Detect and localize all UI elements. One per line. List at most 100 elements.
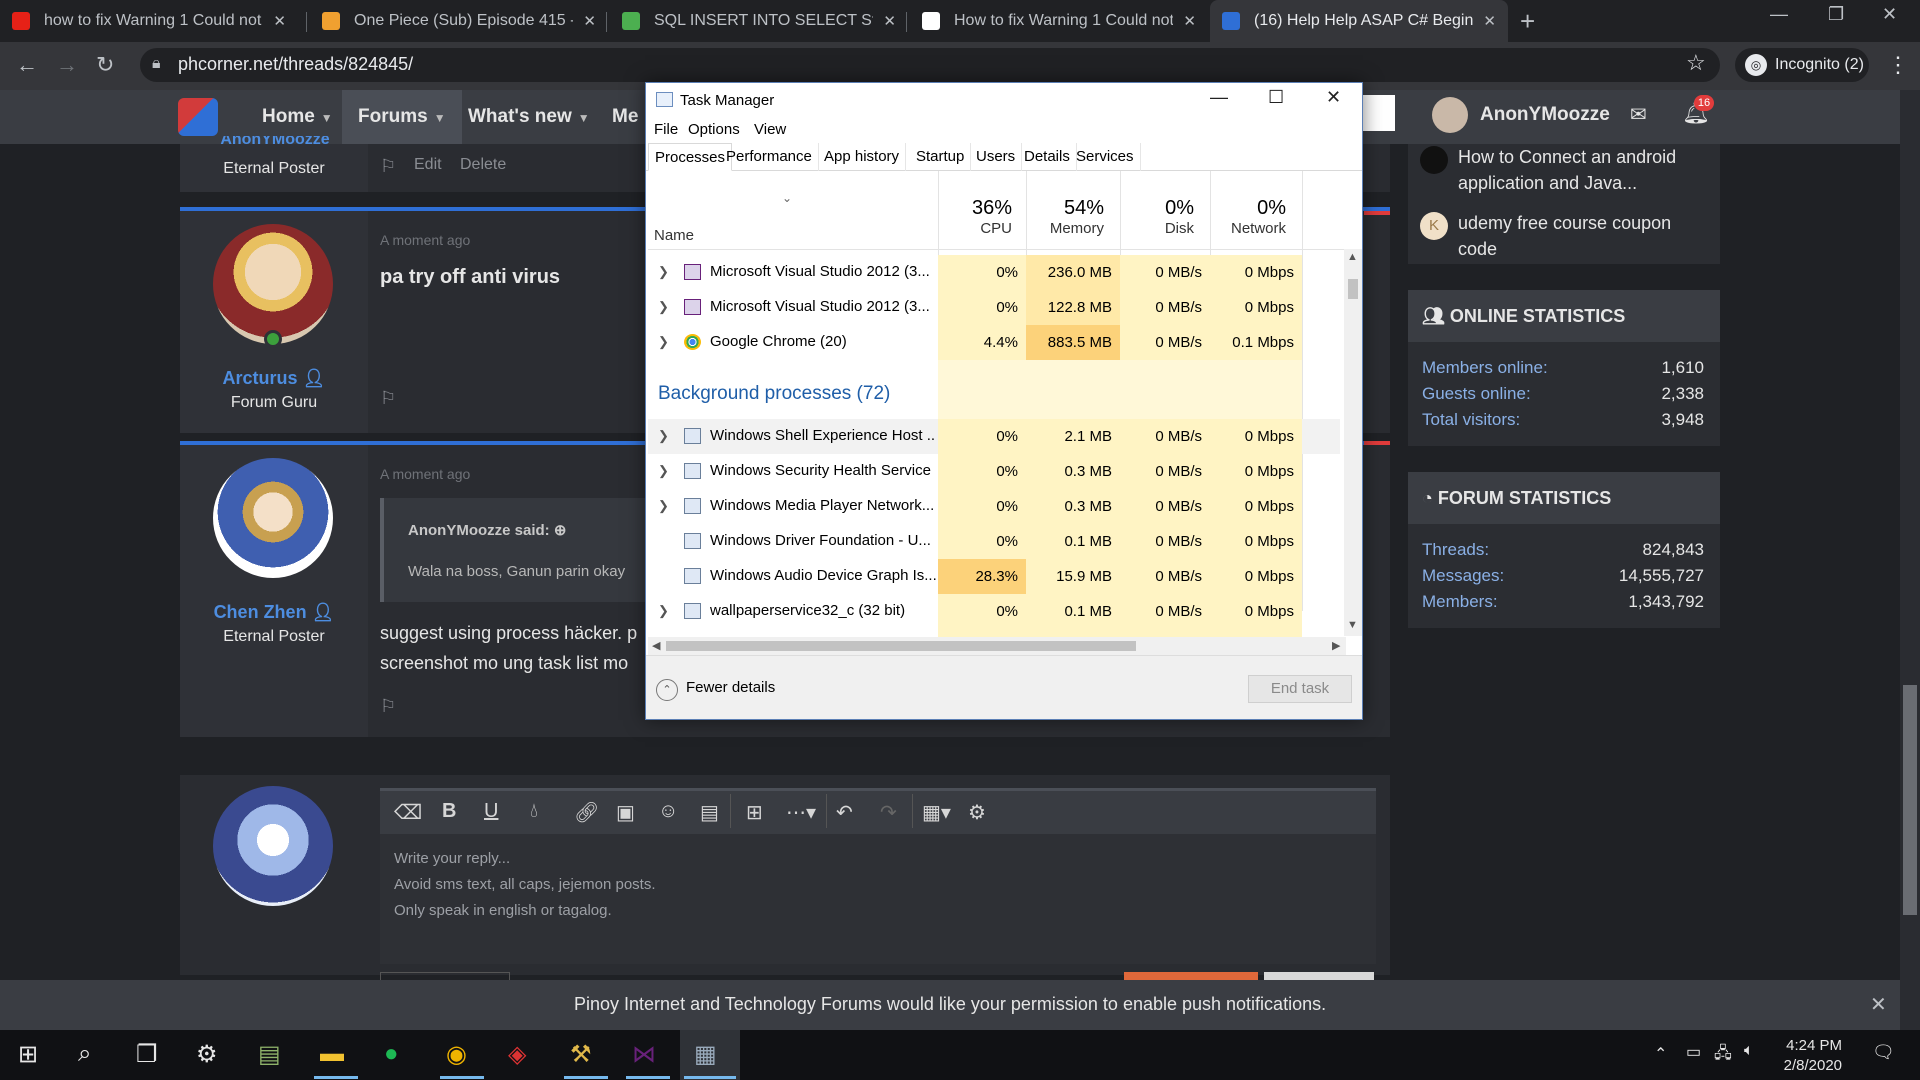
browser-tab[interactable]: (16) Help Help ASAP C# Beginne ✕: [1210, 0, 1508, 42]
column-memory[interactable]: 54% Memory: [1018, 197, 1104, 237]
chevron-right-icon[interactable]: ❯: [658, 463, 669, 479]
tab-services[interactable]: Services: [1070, 143, 1141, 171]
post-time[interactable]: A moment ago: [380, 466, 470, 482]
attach-files-button[interactable]: [380, 972, 510, 980]
file-explorer-icon[interactable]: ▬: [320, 1040, 344, 1068]
steam-icon[interactable]: ⚙: [196, 1040, 218, 1069]
task-manager-taskbar-icon[interactable]: ▦: [694, 1040, 717, 1069]
phcorner-logo[interactable]: [178, 98, 218, 136]
column-cpu[interactable]: 36% CPU: [936, 197, 1012, 237]
scroll-left-arrow-icon[interactable]: ◀: [652, 639, 660, 652]
close-tab-icon[interactable]: ✕: [273, 12, 286, 30]
process-row[interactable]: ❯ Windows Media Player Network... 0% 0.3 MB…: [648, 489, 1340, 524]
tab-details[interactable]: Details: [1018, 143, 1077, 171]
lock-icon[interactable]: 🔒︎: [152, 55, 161, 73]
preview-button[interactable]: [1264, 972, 1374, 980]
taskbar-clock[interactable]: 4:24 PM 2/8/2020: [1772, 1036, 1842, 1076]
process-row[interactable]: ❯ Windows Shell Experience Host ... 0% 2.1 …: [648, 419, 1340, 454]
sql-tools-icon[interactable]: ⚒: [570, 1040, 592, 1069]
close-tab-icon[interactable]: ✕: [1483, 12, 1496, 30]
menu-file[interactable]: File: [654, 121, 678, 138]
process-list-scrollbar-thumb[interactable]: [1348, 279, 1358, 299]
flag-icon[interactable]: ⚐: [380, 696, 396, 717]
flag-icon[interactable]: ⚐: [380, 156, 396, 177]
image-icon[interactable]: ▣: [616, 800, 635, 825]
tab-startup[interactable]: Startup: [910, 143, 972, 171]
process-list-scrollbar[interactable]: [1344, 249, 1362, 636]
process-row[interactable]: ❯ Windows Security Health Service 0% 0.3 MB…: [648, 454, 1340, 489]
back-arrow-icon[interactable]: ←: [16, 52, 38, 78]
minimize-icon[interactable]: —: [1210, 87, 1228, 108]
close-tab-icon[interactable]: ✕: [583, 12, 596, 30]
chrome-icon[interactable]: ◉: [446, 1040, 467, 1069]
bold-icon[interactable]: B: [442, 800, 456, 823]
eraser-icon[interactable]: ⌫: [394, 800, 422, 825]
process-row[interactable]: Windows Audio Device Graph Is... 28.3% 15.…: [648, 559, 1340, 594]
process-row[interactable]: Windows Driver Foundation - U... 0% 0.1 MB…: [648, 524, 1340, 559]
menu-options[interactable]: Options: [688, 121, 740, 138]
media-icon[interactable]: ▤: [700, 800, 719, 825]
action-center-icon[interactable]: 🗨︎: [1872, 1042, 1895, 1063]
nav-forums[interactable]: Forums ▼: [342, 90, 462, 144]
underline-icon[interactable]: U: [484, 800, 498, 823]
browser-menu-icon[interactable]: ⋮: [1887, 52, 1909, 78]
avatar[interactable]: [213, 224, 333, 344]
post-time[interactable]: A moment ago: [380, 232, 470, 248]
maximize-icon[interactable]: ☐: [1268, 87, 1284, 108]
edit-link[interactable]: Edit: [414, 156, 442, 174]
browser-tab[interactable]: How to fix Warning 1 Could not c ✕: [910, 0, 1208, 42]
delete-link[interactable]: Delete: [460, 156, 506, 174]
quote-author[interactable]: AnonYMoozze said: ⊕: [408, 521, 566, 539]
author-name[interactable]: Arcturus 👤︎: [180, 368, 368, 389]
sort-chevron-icon[interactable]: ⌄: [782, 191, 792, 205]
chevron-right-icon[interactable]: ❯: [658, 264, 669, 280]
visual-studio-icon[interactable]: ⋈: [632, 1040, 656, 1069]
scroll-up-arrow-icon[interactable]: ▲: [1347, 251, 1358, 263]
fewer-details-link[interactable]: Fewer details: [686, 679, 775, 696]
notepad-icon[interactable]: ▤: [258, 1040, 281, 1069]
url-text[interactable]: phcorner.net/threads/824845/: [178, 54, 413, 75]
more-options-icon[interactable]: ⋯▾: [786, 800, 816, 825]
spotify-icon[interactable]: ●: [384, 1040, 399, 1068]
push-notification-text[interactable]: Pinoy Internet and Technology Forums wou…: [574, 994, 1326, 1015]
thread-author-initial[interactable]: K: [1420, 212, 1448, 240]
close-icon[interactable]: ✕: [1870, 992, 1887, 1017]
close-icon[interactable]: ✕: [1326, 87, 1341, 108]
network-icon[interactable]: 🖧︎: [1714, 1042, 1732, 1069]
reply-textarea[interactable]: [380, 834, 1376, 964]
chevron-right-icon[interactable]: ❯: [658, 428, 669, 444]
reload-icon[interactable]: ↻: [96, 52, 114, 78]
user-avatar[interactable]: [1432, 97, 1468, 133]
process-row[interactable]: ❯ Google Chrome (20) 4.4% 883.5 MB 0 MB/s 0.1…: [648, 325, 1340, 360]
scroll-down-arrow-icon[interactable]: ▼: [1347, 619, 1358, 631]
process-row[interactable]: ❯ Microsoft Visual Studio 2012 (3... 0% 236…: [648, 255, 1340, 290]
my-avatar[interactable]: [213, 786, 333, 906]
tab-app-history[interactable]: App history: [818, 143, 907, 171]
task-manager-titlebar[interactable]: Task Manager — ☐ ✕: [646, 83, 1362, 117]
post-reply-button[interactable]: [1124, 972, 1258, 980]
close-tab-icon[interactable]: ✕: [1183, 12, 1196, 30]
nav-me[interactable]: Me: [596, 90, 642, 144]
mail-icon[interactable]: ✉: [1630, 102, 1647, 127]
garena-icon[interactable]: ◈: [508, 1040, 526, 1069]
gear-icon[interactable]: ⚙: [968, 800, 986, 825]
bookmark-star-icon[interactable]: ☆: [1686, 50, 1706, 76]
incognito-badge[interactable]: ◎ Incognito (2): [1735, 48, 1869, 82]
search-icon[interactable]: ⌕: [78, 1040, 91, 1068]
drafts-icon[interactable]: ▦▾: [922, 800, 951, 825]
process-row[interactable]: ❯ wallpaperservice32_c (32 bit) 0% 0.1 MB 0 …: [648, 594, 1340, 629]
volume-icon[interactable]: 🔈︎: [1744, 1042, 1754, 1060]
menu-view[interactable]: View: [754, 121, 786, 138]
end-task-button[interactable]: End task: [1248, 675, 1352, 703]
undo-icon[interactable]: ↶: [836, 800, 853, 825]
table-icon[interactable]: ⊞: [746, 800, 763, 825]
thread-author-avatar[interactable]: [1420, 146, 1448, 174]
browser-tab[interactable]: One Piece (Sub) Episode 415 - W ✕: [310, 0, 608, 42]
tab-users[interactable]: Users: [970, 143, 1023, 171]
battery-icon[interactable]: ▭: [1686, 1042, 1701, 1062]
background-processes-group[interactable]: Background processes (72): [658, 383, 890, 405]
chevron-right-icon[interactable]: ❯: [658, 498, 669, 514]
windows-start-icon[interactable]: ⊞: [18, 1040, 38, 1069]
column-network[interactable]: 0% Network: [1200, 197, 1286, 237]
redo-icon[interactable]: ↷: [880, 800, 897, 825]
